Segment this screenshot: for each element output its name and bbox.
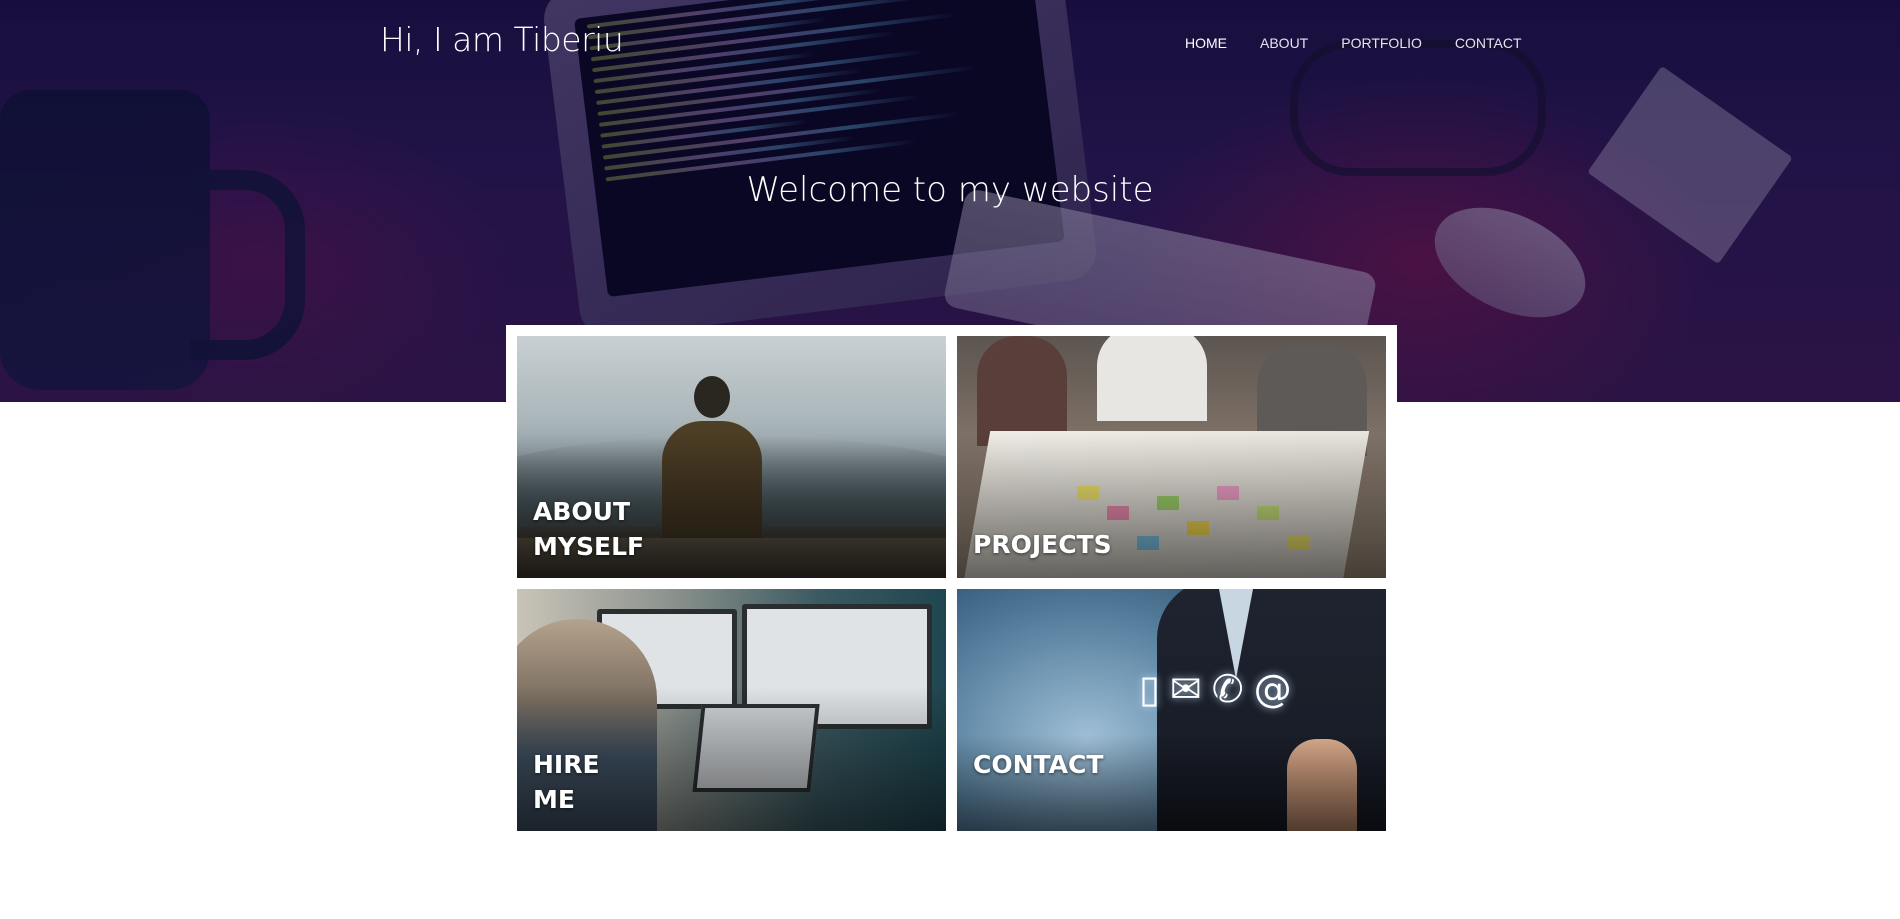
welcome-heading: Welcome to my website — [746, 170, 1154, 210]
site-title[interactable]: Hi, I am Tiberiu — [380, 20, 624, 59]
tile-contact[interactable]: ▯ ✉ ✆ @ CONTACT — [957, 589, 1386, 831]
tile-about-label-line2: MYSELF — [533, 532, 645, 561]
at-sign-icon: @ — [1253, 667, 1292, 711]
phone-icon: ▯ — [1139, 667, 1160, 711]
tile-hire-me[interactable]: HIRE ME — [517, 589, 946, 831]
tile-about-myself[interactable]: ABOUT MYSELF — [517, 336, 946, 578]
tile-about-label-line1: ABOUT — [533, 497, 631, 526]
contact-icons-row: ▯ ✉ ✆ @ — [1139, 667, 1292, 711]
nav-portfolio[interactable]: PORTFOLIO — [1341, 34, 1422, 54]
tile-contact-label: CONTACT — [973, 750, 1104, 779]
telephone-icon: ✆ — [1211, 667, 1244, 711]
tile-projects-label: PROJECTS — [973, 530, 1112, 559]
nav-contact[interactable]: CONTACT — [1455, 34, 1522, 54]
envelope-icon: ✉ — [1169, 667, 1202, 711]
tile-projects[interactable]: PROJECTS — [957, 336, 1386, 578]
nav-home[interactable]: HOME — [1185, 34, 1227, 54]
tile-hire-label-line1: HIRE — [533, 750, 600, 779]
nav-about[interactable]: ABOUT — [1260, 34, 1308, 54]
tiles-grid: ABOUT MYSELF PROJECTS HIRE ME ▯ ✉ ✆ @ CO… — [506, 325, 1397, 840]
main-nav: HOME ABOUT PORTFOLIO CONTACT — [1185, 34, 1900, 54]
tile-hire-label-line2: ME — [533, 785, 575, 814]
